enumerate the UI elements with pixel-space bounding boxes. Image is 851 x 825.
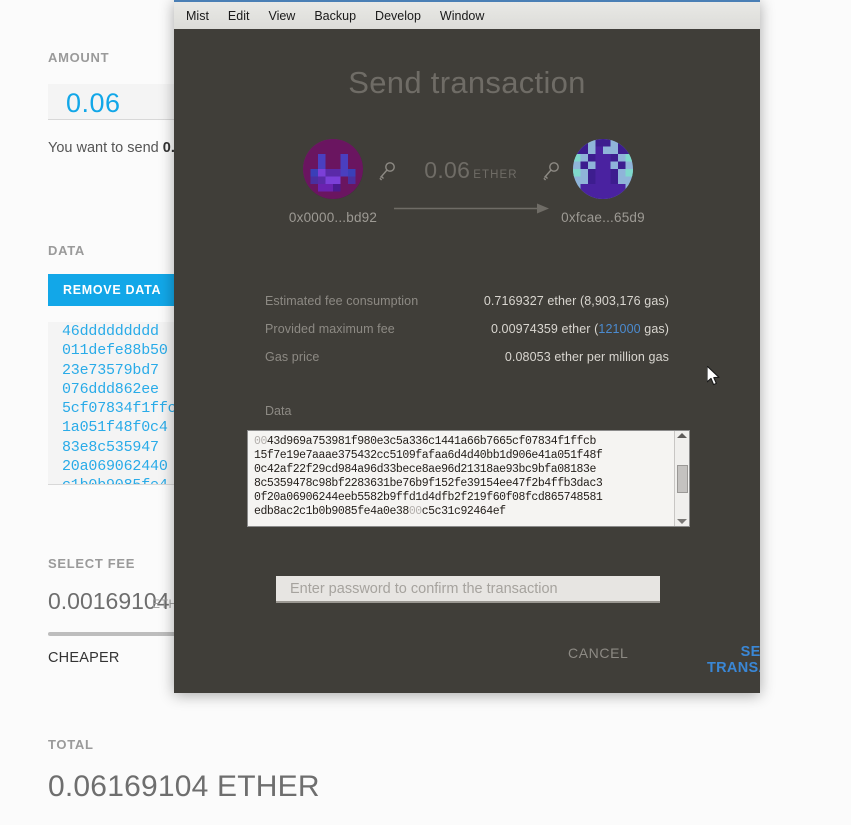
fee-value-suffix: gas) <box>640 322 669 336</box>
fee-row-value: 0.7169327 ether (8,903,176 gas) <box>484 294 669 308</box>
amount-sentence: You want to send 0. <box>48 140 175 156</box>
transaction-data-text[interactable]: 0043d969a753981f980e3c5a336c1441a66b7665… <box>248 431 674 526</box>
amount-section-label: AMOUNT <box>48 50 110 65</box>
scroll-up-arrow-icon[interactable] <box>677 433 687 438</box>
transfer-amount: 0.06 ETHER <box>411 157 531 184</box>
transfer-amount-value: 0.06 <box>424 157 471 183</box>
scroll-down-arrow-icon[interactable] <box>677 519 687 524</box>
scrollbar-thumb[interactable] <box>676 464 688 493</box>
menu-item-window[interactable]: Window <box>439 7 485 25</box>
cancel-button[interactable]: CANCEL <box>562 641 634 665</box>
fee-value-prefix: 0.08053 ether per million gas <box>504 350 669 364</box>
recipient-address: 0xfcae...65d9 <box>561 210 645 225</box>
menu-item-edit[interactable]: Edit <box>227 7 251 25</box>
menu-item-backup[interactable]: Backup <box>313 7 357 25</box>
fee-row: Gas price 0.08053 ether per million gas <box>265 350 669 364</box>
remove-data-button[interactable]: REMOVE DATA <box>48 274 177 306</box>
menu-item-mist[interactable]: Mist <box>185 7 210 25</box>
modal-data-label: Data <box>265 404 292 418</box>
fee-row-value: 0.08053 ether per million gas <box>505 350 669 364</box>
fee-value-prefix: 0.7169327 ether (8,903,176 gas) <box>483 294 669 308</box>
recipient-party: 0xfcae...65d9 <box>528 139 678 225</box>
select-fee-label: SELECT FEE <box>48 556 136 571</box>
fee-row-label: Estimated fee consumption <box>265 294 419 308</box>
modal-title: Send transaction <box>348 65 586 100</box>
hex-segment: c5c31c92464ef <box>421 504 506 518</box>
amount-sentence-prefix: You want to send <box>48 140 163 156</box>
password-input[interactable] <box>276 576 660 603</box>
total-label: TOTAL <box>48 737 94 752</box>
recipient-identicon <box>573 139 633 199</box>
hex-dim-segment: 00 <box>408 504 422 518</box>
amount-input-value: 0.06 <box>66 88 121 118</box>
fee-row-label: Gas price <box>265 350 320 364</box>
sender-address: 0x0000...bd92 <box>288 210 378 225</box>
total-value: 0.06169104 ETHER <box>48 770 320 803</box>
sender-identicon <box>303 139 363 199</box>
send-transaction-button[interactable]: SEND TRANSACTION <box>701 640 760 680</box>
sender-key-icon <box>377 161 397 183</box>
fee-row-label: Provided maximum fee <box>265 322 395 336</box>
menu-item-view[interactable]: View <box>267 7 296 25</box>
transfer-arrow-icon <box>394 201 549 214</box>
fee-value-prefix: 0.00974359 ether ( <box>490 322 599 336</box>
transaction-data-textarea[interactable]: 0043d969a753981f980e3c5a336c1441a66b7665… <box>247 430 690 527</box>
fee-slider-cheaper-label: CHEAPER <box>48 650 120 666</box>
menu-item-develop[interactable]: Develop <box>374 7 422 25</box>
transfer-amount-unit: ETHER <box>473 169 518 181</box>
data-scrollbar[interactable] <box>674 431 689 526</box>
fee-value-highlight: 121000 <box>598 322 641 336</box>
modal-menubar: Mist Edit View Backup Develop Window <box>174 0 760 29</box>
fee-row: Estimated fee consumption 0.7169327 ethe… <box>265 294 669 308</box>
modal-body: Send transaction 0x0000...bd92 0.06 ETHE… <box>174 29 760 693</box>
data-section-label: DATA <box>48 243 85 258</box>
hex-dim-segment: 00 <box>254 435 267 448</box>
fee-row-value: 0.00974359 ether (121000 gas) <box>491 322 669 336</box>
send-transaction-modal: Mist Edit View Backup Develop Window Send tra… <box>174 0 760 693</box>
transfer-summary: 0x0000...bd92 0.06 ETHER 0xfcae...65d9 <box>174 139 760 254</box>
fee-row: Provided maximum fee 0.00974359 ether (1… <box>265 322 669 336</box>
